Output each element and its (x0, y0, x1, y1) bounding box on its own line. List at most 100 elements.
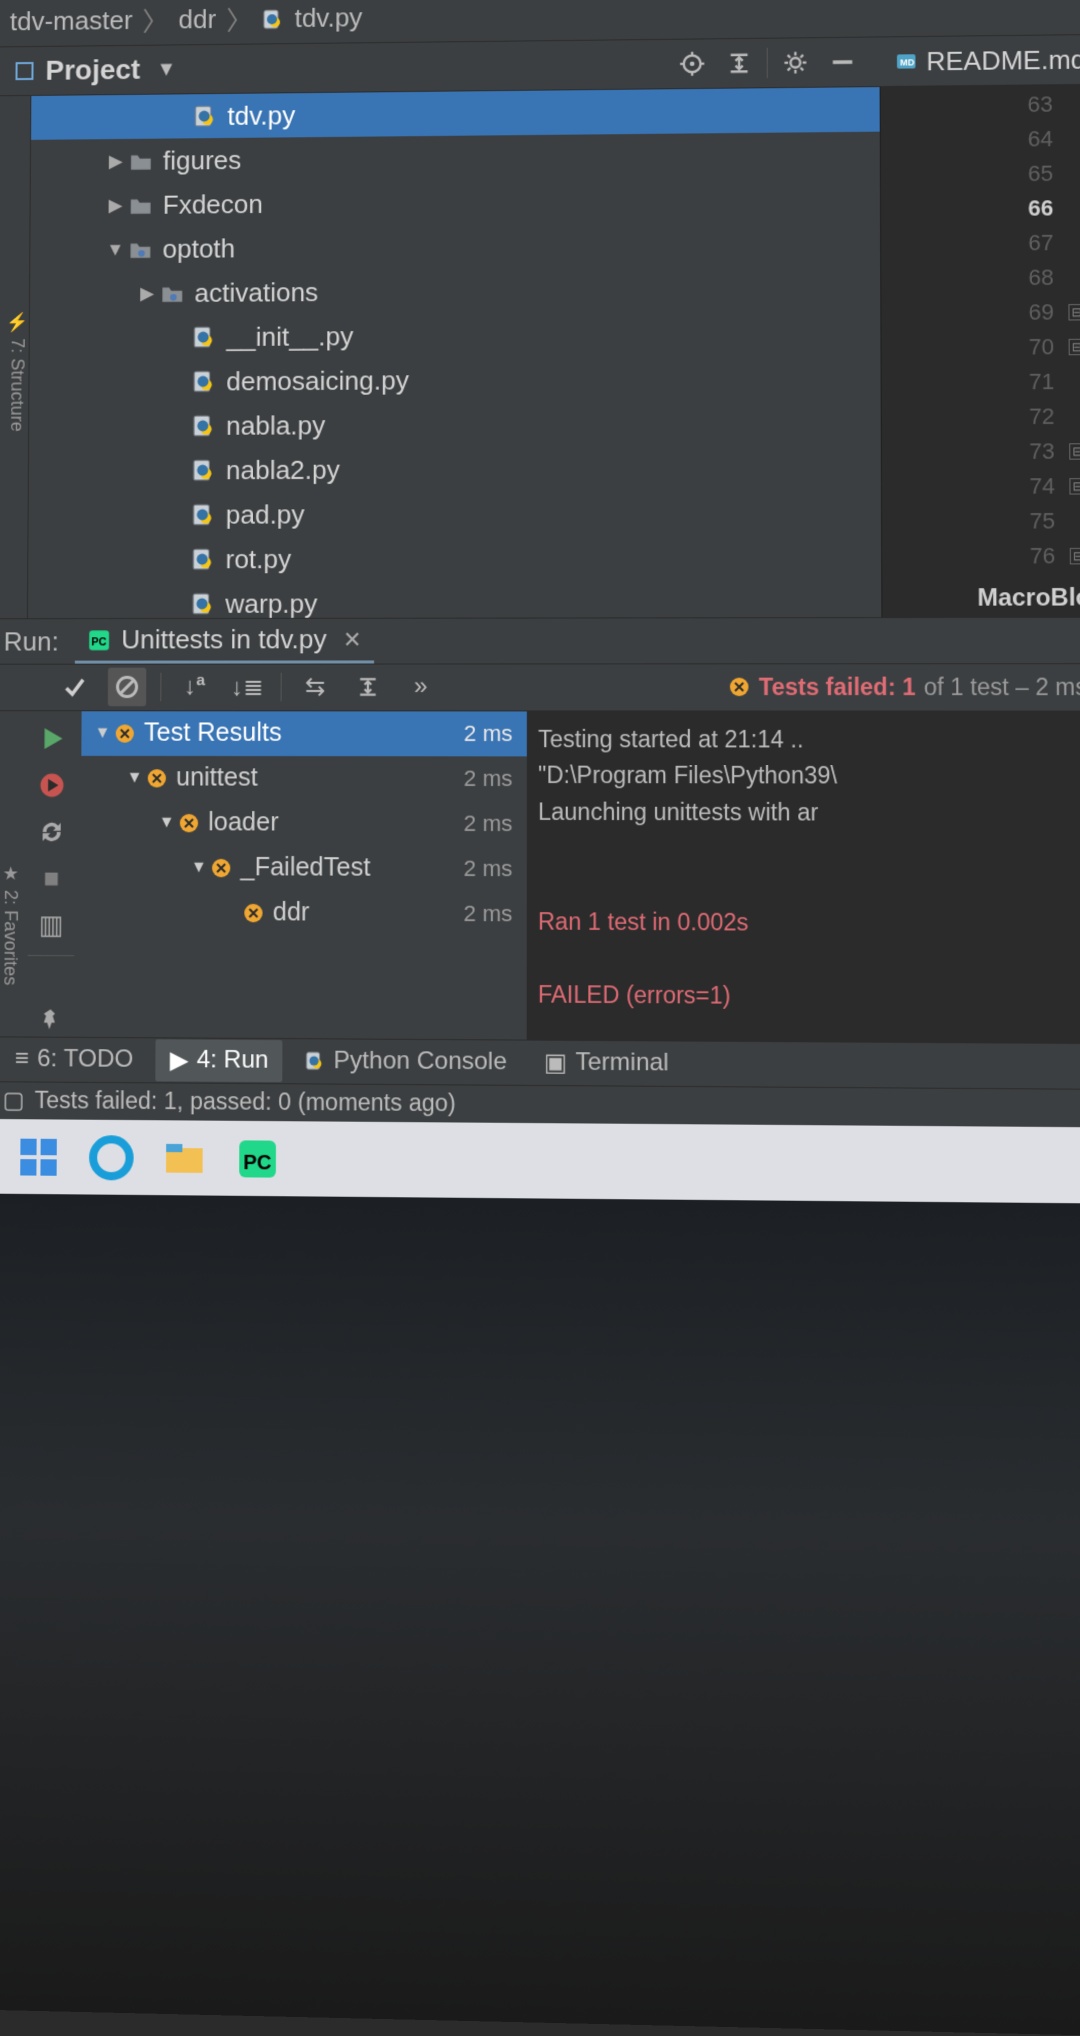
rerun-failed-button[interactable] (34, 768, 70, 803)
tree-expand-icon[interactable] (188, 859, 210, 877)
fold-mark-icon[interactable]: ⊟ (1069, 443, 1080, 459)
file-explorer-icon[interactable] (162, 1135, 207, 1181)
tree-expand-icon[interactable] (134, 283, 160, 304)
gutter-line[interactable]: 69⊟ (892, 299, 1080, 327)
run-tool-window[interactable]: ▶ 4: Run (156, 1039, 283, 1082)
structure-tool-window-stripe[interactable]: ⚡ 7: Structure (0, 96, 31, 618)
breadcrumb-item[interactable]: tdv-master (10, 5, 133, 37)
gutter-line[interactable]: 70⊟ (892, 334, 1080, 362)
gutter-line[interactable]: 66 (891, 195, 1080, 223)
test-results-tree[interactable]: Test Results2 msunittest2 msloader2 ms_F… (80, 711, 528, 1039)
tree-item-label: activations (194, 277, 318, 309)
start-menu-icon[interactable] (16, 1134, 61, 1179)
hide-icon[interactable] (819, 39, 866, 86)
test-item-label: _FailedTest (240, 853, 370, 883)
breadcrumb-item[interactable]: tdv.py (294, 2, 362, 34)
gutter-line[interactable]: 76⊟ (893, 543, 1080, 570)
tree-item[interactable]: Fxdecon (30, 177, 880, 229)
fold-mark-icon[interactable]: ⊟ (1068, 304, 1080, 320)
test-item-time: 2 ms (464, 810, 527, 837)
collapse-all-icon[interactable] (716, 40, 763, 87)
project-tree[interactable]: tdv.pyfiguresFxdeconoptothactivations__i… (28, 87, 881, 618)
edge-browser-icon[interactable] (89, 1135, 134, 1180)
pycharm-icon[interactable] (235, 1136, 280, 1182)
tree-item[interactable]: __init__.py (30, 311, 881, 361)
run-tab[interactable]: Unittests in tdv.py ✕ (75, 619, 374, 664)
gutter-line[interactable]: 67 (891, 230, 1080, 258)
fold-mark-icon[interactable] (1068, 235, 1080, 251)
tree-expand-icon[interactable] (103, 195, 129, 216)
test-item-label: ddr (273, 898, 310, 928)
toggle-auto-test-button[interactable] (33, 814, 69, 849)
tree-expand-icon[interactable] (102, 239, 128, 260)
fold-mark-icon[interactable]: ⊟ (1070, 548, 1080, 564)
test-tree-item[interactable]: unittest2 ms (81, 756, 527, 802)
fold-mark-icon[interactable] (1068, 166, 1080, 182)
tree-item[interactable]: pad.py (28, 490, 881, 537)
fold-mark-icon[interactable] (1067, 131, 1080, 147)
test-item-time: 2 ms (464, 855, 527, 882)
tests-failed-count: Tests failed: 1 (759, 673, 916, 701)
tree-expand-icon[interactable] (123, 769, 145, 787)
show-passed-icon[interactable] (55, 668, 93, 707)
chevron-down-icon: ▼ (156, 58, 176, 81)
python-console-tool-window[interactable]: Python Console (291, 1041, 522, 1084)
test-tree-item[interactable]: ddr2 ms (80, 890, 526, 937)
fold-mark-icon[interactable]: ⊟ (1069, 478, 1080, 494)
sort-az-icon[interactable]: ↓ª (175, 668, 214, 707)
test-tree-item[interactable]: _FailedTest 2 ms (81, 845, 527, 891)
tree-item[interactable]: rot.py (28, 535, 881, 582)
project-icon (13, 60, 35, 82)
close-icon[interactable]: ✕ (343, 627, 362, 653)
gutter-line[interactable]: 74⊟ (892, 473, 1080, 500)
tree-item[interactable]: optoth (30, 221, 880, 272)
tree-item[interactable]: activations (30, 266, 880, 316)
tree-item[interactable]: demosaicing.py (29, 356, 880, 405)
gutter-line[interactable]: 71 (892, 369, 1080, 397)
fold-mark-icon[interactable] (1070, 513, 1080, 529)
test-console-output[interactable]: Testing started at 21:14 .."D:\Program F… (528, 711, 1080, 1043)
collapse-all-icon[interactable] (349, 668, 388, 707)
pin-button[interactable] (32, 1002, 69, 1037)
expand-all-icon[interactable]: ⇆ (296, 668, 335, 707)
tree-item[interactable]: nabla2.py (29, 445, 881, 493)
fold-mark-icon[interactable] (1068, 270, 1080, 286)
editor-tab-label: README.md (926, 44, 1080, 77)
tree-item-label: warp.py (225, 588, 317, 618)
stop-button[interactable]: ■ (33, 861, 69, 896)
tree-expand-icon[interactable] (156, 814, 178, 832)
tree-expand-icon[interactable] (103, 151, 129, 172)
fold-mark-icon[interactable] (1069, 409, 1080, 425)
tree-item[interactable]: nabla.py (29, 400, 881, 449)
sort-duration-icon[interactable]: ↓≣ (228, 668, 267, 707)
gutter-line[interactable]: 73⊟ (892, 438, 1080, 465)
console-line: FAILED (errors=1) (538, 977, 1080, 1017)
test-tree-item[interactable]: loader2 ms (81, 800, 527, 846)
tree-item[interactable]: warp.py (28, 580, 881, 618)
editor-tab[interactable]: README.md (885, 44, 1080, 78)
tree-expand-icon[interactable] (91, 724, 113, 742)
gear-icon[interactable] (772, 39, 819, 86)
run-button[interactable] (34, 721, 70, 755)
locate-icon[interactable] (669, 40, 716, 87)
project-tool-window-label[interactable]: Project ▼ (0, 53, 190, 87)
fold-mark-icon[interactable] (1067, 96, 1080, 112)
terminal-tool-window[interactable]: ▣ Terminal (529, 1041, 683, 1084)
fold-mark-icon[interactable]: ⊟ (1069, 339, 1080, 355)
layout-button[interactable]: ▥ (33, 908, 69, 943)
gutter-line[interactable]: 72 (892, 404, 1080, 432)
fold-mark-icon[interactable] (1069, 374, 1080, 390)
fold-mark-icon[interactable] (1068, 200, 1080, 216)
todo-tool-window[interactable]: ≡ 6: TODO (1, 1039, 148, 1081)
favorites-tool-window-stripe[interactable]: ★ 2: Favorites (0, 711, 23, 1036)
more-icon[interactable]: » (401, 668, 440, 707)
gutter-line[interactable]: 75 (892, 508, 1080, 535)
breadcrumb-item[interactable]: ddr (178, 4, 216, 35)
gutter-line[interactable]: 68 (892, 264, 1080, 292)
tree-item[interactable]: figures (31, 132, 880, 184)
test-tree-item[interactable]: Test Results2 ms (81, 711, 527, 756)
gutter-line[interactable]: 63 (891, 91, 1080, 119)
gutter-line[interactable]: 64 (891, 126, 1080, 154)
gutter-line[interactable]: 65 (891, 160, 1080, 188)
show-ignored-icon[interactable] (108, 668, 147, 707)
